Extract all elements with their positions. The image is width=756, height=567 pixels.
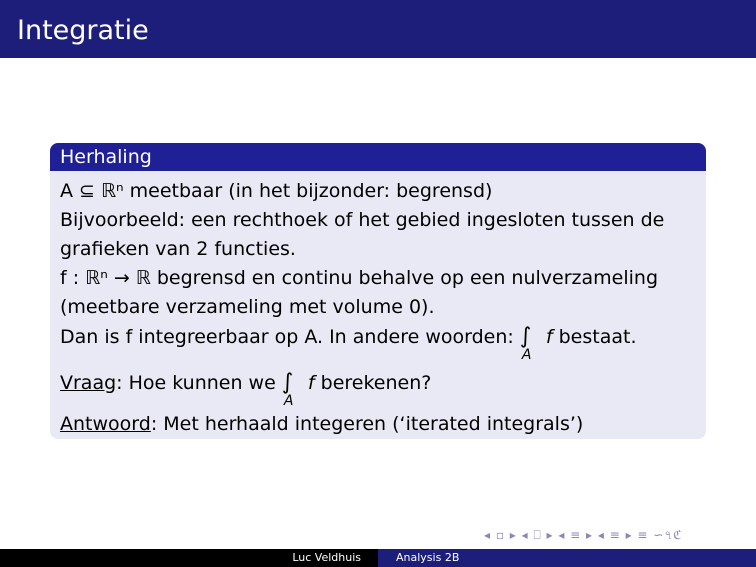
line-7-end: berekenen?: [320, 372, 432, 394]
line-6-f: f: [545, 326, 553, 348]
integral-sign-2: ∫: [281, 370, 294, 395]
beamer-navigation-icons[interactable]: ◂ ▫ ▸ ◂ ⎕ ▸ ◂ ≡ ▸ ◂ ≡ ▸ ≡ ∽৭ℭ: [484, 527, 683, 547]
integral-sign: ∫: [519, 324, 532, 349]
line-6-end: bestaat.: [558, 326, 637, 348]
line-5: (meetbare verzameling met volume 0).: [60, 296, 435, 318]
vraag-label: Vraag: [60, 372, 117, 394]
footer-author: Luc Veldhuis: [0, 549, 378, 567]
footer-course: Analysis 2B: [378, 549, 756, 567]
footer: Luc Veldhuis Analysis 2B: [0, 549, 756, 567]
integral-subscript: A: [521, 347, 532, 363]
line-6-text: Dan is f integreerbaar op A. In andere w…: [60, 326, 514, 348]
block-title: Herhaling: [50, 143, 706, 171]
block-body: A ⊆ ℝⁿ meetbaar (in het bijzonder: begre…: [50, 171, 706, 439]
theorem-block: Herhaling A ⊆ ℝⁿ meetbaar (in het bijzon…: [50, 143, 706, 439]
line-7-text: : Hoe kunnen we: [116, 372, 276, 394]
line-7: Vraag: Hoe kunnen we ∫ A f berekenen?: [60, 368, 696, 410]
line-8-text: : Met herhaald integeren (‘iterated inte…: [150, 413, 584, 435]
line-1: A ⊆ ℝⁿ meetbaar (in het bijzonder: begre…: [60, 180, 493, 202]
line-2: Bijvoorbeeld: een rechthoek of het gebie…: [60, 209, 665, 231]
antwoord-label: Antwoord: [60, 413, 151, 435]
integral-over-a: ∫ A: [519, 322, 540, 362]
title-bar: Integratie: [0, 0, 756, 58]
line-8: Antwoord: Met herhaald integeren (‘itera…: [60, 410, 696, 439]
line-3: grafieken van 2 functies.: [60, 238, 296, 260]
line-6: Dan is f integreerbaar op A. In andere w…: [60, 322, 696, 368]
line-4: f : ℝⁿ → ℝ begrensd en continu behalve o…: [60, 267, 658, 289]
integral-subscript-2: A: [283, 393, 294, 409]
slide-title: Integratie: [17, 15, 149, 46]
line-7-f: f: [307, 372, 315, 394]
integral-over-a-2: ∫ A: [281, 368, 302, 408]
